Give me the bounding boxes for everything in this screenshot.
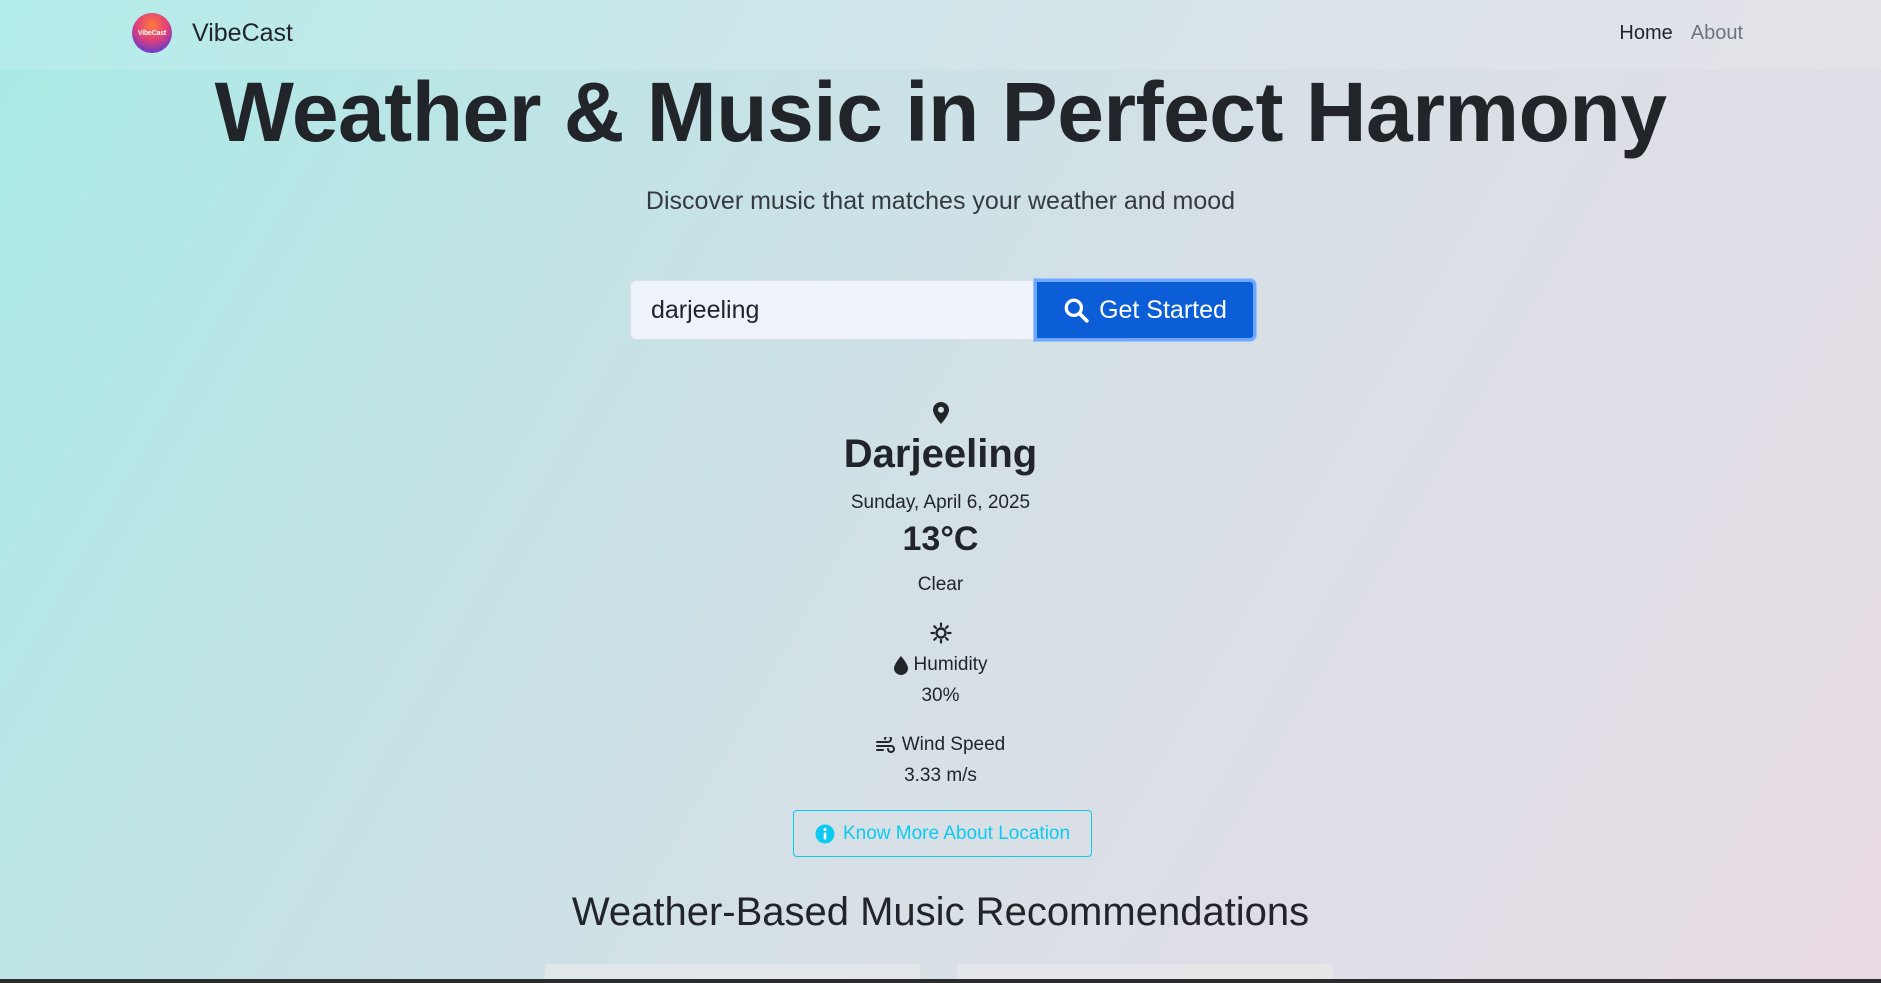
city-search-input[interactable] [630,280,1034,340]
city-name: Darjeeling [843,432,1038,476]
logo-text: VibeCast [137,29,167,37]
temperature: 13°C [902,520,979,558]
sun-icon [0,622,1881,649]
brand-name[interactable]: VibeCast [192,19,293,48]
humidity-label: Humidity [913,654,988,675]
recommendations-title: Weather-Based Music Recommendations [571,890,1310,934]
window-bottom-edge [0,979,1881,983]
nav-links: Home About [1619,22,1743,45]
know-more-label: Know More About Location [842,822,1071,844]
hero-title: Weather & Music in Perfect Harmony [214,65,1667,159]
wind-value: 3.33 m/s [904,765,977,786]
navbar: VibeCast VibeCast Home About [0,0,1881,70]
wind-label: Wind Speed [901,734,1006,755]
humidity-value: 30% [921,685,960,706]
hero-subtitle: Discover music that matches your weather… [645,187,1236,215]
weather-date: Sunday, April 6, 2025 [850,492,1031,513]
get-started-label: Get Started [1099,295,1227,324]
logo[interactable]: VibeCast [132,13,172,53]
info-icon [815,824,835,843]
music-card[interactable] [957,964,1333,979]
search-icon [1064,298,1089,323]
weather-condition: Clear [917,574,964,595]
location-pin-icon [0,402,1881,429]
droplet-icon [893,655,908,675]
music-card[interactable] [545,964,920,979]
search-form: Get Started [630,279,1256,341]
nav-link-home[interactable]: Home [1619,22,1672,45]
know-more-button[interactable]: Know More About Location [793,810,1092,857]
get-started-button[interactable]: Get Started [1034,279,1256,341]
nav-link-about[interactable]: About [1691,22,1743,45]
wind-icon [875,737,895,753]
wind-row: Wind Speed [0,734,1881,759]
humidity-row: Humidity [0,654,1881,681]
